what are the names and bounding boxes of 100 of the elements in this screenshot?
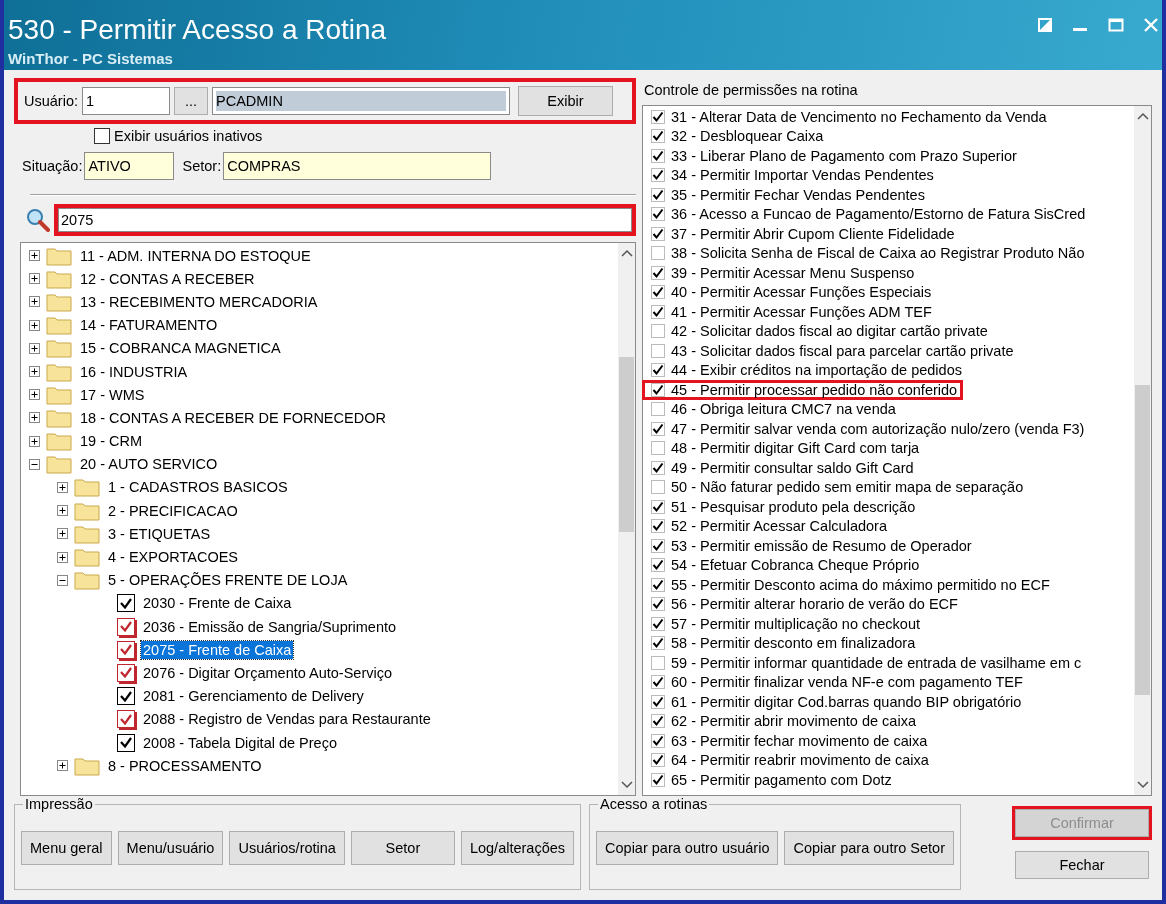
permission-checkbox[interactable] <box>651 343 665 358</box>
expand-icon[interactable] <box>29 273 40 285</box>
copy-button[interactable]: Copiar para outro usuário <box>596 831 779 865</box>
tree-folder[interactable]: 4 - EXPORTACOES <box>106 548 240 567</box>
tree-item[interactable]: 2076 - Digitar Orçamento Auto-Serviço <box>141 663 395 682</box>
print-button[interactable]: Usuários/rotina <box>229 831 345 865</box>
tree-item[interactable]: 2088 - Registro de Vendas para Restaurante <box>141 710 433 729</box>
tree-item[interactable]: 2030 - Frente de Caixa <box>141 594 294 613</box>
permission-checkbox[interactable] <box>651 655 665 670</box>
permission-checkbox[interactable] <box>651 382 665 397</box>
caret-down-icon[interactable] <box>1136 781 1149 789</box>
expand-icon[interactable] <box>57 528 68 540</box>
permission-checkbox[interactable] <box>651 616 665 631</box>
expand-icon[interactable] <box>29 412 40 424</box>
permission-checkbox[interactable] <box>651 636 665 651</box>
maximize-icon[interactable] <box>1108 18 1124 32</box>
permission-checkbox[interactable] <box>651 753 665 768</box>
permission-checkbox[interactable] <box>651 285 665 300</box>
tree-item[interactable]: 2036 - Emissão de Sangria/Suprimento <box>141 617 399 636</box>
expand-icon[interactable] <box>29 366 40 378</box>
tree-folder[interactable]: 13 - RECEBIMENTO MERCADORIA <box>78 292 320 311</box>
routine-checkbox[interactable] <box>117 710 135 729</box>
permission-checkbox[interactable] <box>651 226 665 241</box>
tree-folder[interactable]: 20 - AUTO SERVICO <box>78 455 220 474</box>
user-name-field[interactable]: PCADMIN <box>212 87 510 115</box>
permission-checkbox[interactable] <box>651 597 665 612</box>
expand-icon[interactable] <box>57 505 68 517</box>
permission-checkbox[interactable] <box>651 460 665 475</box>
tree-folder[interactable]: 17 - WMS <box>78 385 147 404</box>
tree-folder[interactable]: 1 - CADASTROS BASICOS <box>106 478 290 497</box>
lookup-button[interactable]: ... <box>174 87 208 115</box>
scrollbar[interactable] <box>618 243 635 795</box>
permission-checkbox[interactable] <box>651 304 665 319</box>
permission-checkbox[interactable] <box>651 109 665 124</box>
tree-folder[interactable]: 5 - OPERAÇÕES FRENTE DE LOJA <box>106 571 350 590</box>
permission-checkbox[interactable] <box>651 324 665 339</box>
permission-checkbox[interactable] <box>651 246 665 261</box>
tree-folder[interactable]: 11 - ADM. INTERNA DO ESTOQUE <box>78 246 313 265</box>
permission-checkbox[interactable] <box>651 694 665 709</box>
show-button[interactable]: Exibir <box>518 86 613 116</box>
copy-button[interactable]: Copiar para outro Setor <box>784 831 954 865</box>
print-button[interactable]: Menu/usuário <box>117 831 224 865</box>
expand-icon[interactable] <box>29 250 40 262</box>
routine-checkbox[interactable] <box>117 640 135 659</box>
permission-checkbox[interactable] <box>651 714 665 729</box>
expand-icon[interactable] <box>29 389 40 401</box>
restore-icon[interactable] <box>1038 18 1052 32</box>
search-field[interactable]: 2075 <box>54 204 636 236</box>
tree-folder[interactable]: 19 - CRM <box>78 432 145 451</box>
tree-folder[interactable]: 3 - ETIQUETAS <box>106 524 213 543</box>
tree-item[interactable]: 2008 - Tabela Digital de Preço <box>141 733 339 752</box>
permission-checkbox[interactable] <box>651 499 665 514</box>
routine-checkbox[interactable] <box>117 733 135 752</box>
print-button[interactable]: Menu geral <box>21 831 112 865</box>
close-icon[interactable] <box>1144 18 1158 32</box>
sector-field[interactable]: COMPRAS <box>223 152 492 180</box>
tree-folder[interactable]: 14 - FATURAMENTO <box>78 316 220 335</box>
permission-checkbox[interactable] <box>651 441 665 456</box>
tree-folder[interactable]: 18 - CONTAS A RECEBER DE FORNECEDOR <box>78 408 388 427</box>
routine-checkbox[interactable] <box>117 617 135 636</box>
caret-up-icon[interactable] <box>620 249 633 257</box>
tree-folder[interactable]: 8 - PROCESSAMENTO <box>106 756 264 775</box>
permission-checkbox[interactable] <box>651 519 665 534</box>
expand-icon[interactable] <box>57 760 68 772</box>
checkbox[interactable] <box>94 128 110 144</box>
status-field[interactable]: ATIVO <box>84 152 175 180</box>
expand-icon[interactable] <box>29 296 40 308</box>
permission-checkbox[interactable] <box>651 772 665 787</box>
permission-checkbox[interactable] <box>651 168 665 183</box>
tree-item[interactable]: 2081 - Gerenciamento de Delivery <box>141 687 366 706</box>
print-button[interactable]: Log/alterações <box>460 831 575 865</box>
expand-icon[interactable] <box>29 342 40 354</box>
expand-icon[interactable] <box>57 481 68 493</box>
permission-checkbox[interactable] <box>651 733 665 748</box>
tree-folder[interactable]: 2 - PRECIFICACAO <box>106 501 240 520</box>
permission-checkbox[interactable] <box>651 421 665 436</box>
expand-icon[interactable] <box>57 551 68 563</box>
caret-up-icon[interactable] <box>1136 112 1149 120</box>
tree-folder[interactable]: 16 - INDUSTRIA <box>78 362 190 381</box>
tree-item[interactable]: 2075 - Frente de Caixa <box>141 640 294 659</box>
scrollbar[interactable] <box>1134 106 1151 795</box>
tree-folder[interactable]: 12 - CONTAS A RECEBER <box>78 269 257 288</box>
permission-checkbox[interactable] <box>651 265 665 280</box>
permission-checkbox[interactable] <box>651 558 665 573</box>
caret-down-icon[interactable] <box>620 781 633 789</box>
permission-checkbox[interactable] <box>651 148 665 163</box>
permission-checkbox[interactable] <box>651 207 665 222</box>
collapse-icon[interactable] <box>57 574 68 586</box>
permission-checkbox[interactable] <box>651 402 665 417</box>
permission-checkbox[interactable] <box>651 675 665 690</box>
routine-checkbox[interactable] <box>117 687 135 706</box>
expand-icon[interactable] <box>29 435 40 447</box>
permission-checkbox[interactable] <box>651 538 665 553</box>
permission-checkbox[interactable] <box>651 129 665 144</box>
routine-checkbox[interactable] <box>117 663 135 682</box>
user-id-field[interactable]: 1 <box>82 87 170 115</box>
action-button[interactable]: Fechar <box>1015 851 1149 879</box>
permission-checkbox[interactable] <box>651 480 665 495</box>
expand-icon[interactable] <box>29 319 40 331</box>
collapse-icon[interactable] <box>29 458 40 470</box>
